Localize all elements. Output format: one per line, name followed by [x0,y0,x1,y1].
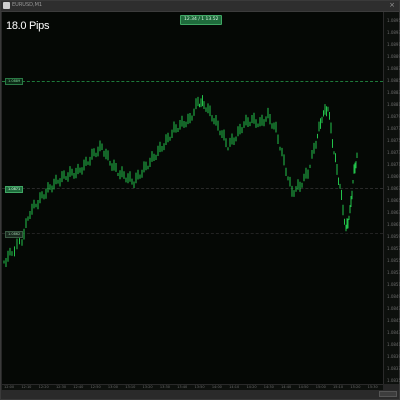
price-tick: 1.0847 [387,306,400,311]
price-tick: 1.0841 [387,342,400,347]
price-tick: 1.0887 [387,66,400,71]
price-tick: 1.0877 [387,126,400,131]
status-bar [1,390,399,399]
price-tick: 1.0893 [387,30,400,35]
price-tick: 1.0857 [387,246,400,251]
price-tick: 1.0843 [387,330,400,335]
mid-level-marker[interactable]: 1.0871 [5,186,24,193]
price-tick: 1.0835 [387,378,400,383]
price-tick: 1.0873 [387,150,400,155]
price-tick: 1.0871 [387,162,400,167]
price-tick: 1.0865 [387,198,400,203]
price-tick: 1.0853 [387,270,400,275]
price-tick: 1.0889 [387,54,400,59]
scroll-box[interactable] [379,391,397,397]
info-badge: 12.34 / 1 13.52 [180,15,223,25]
price-tick: 1.0875 [387,138,400,143]
price-tick: 1.0849 [387,294,400,299]
price-tick: 1.0859 [387,234,400,239]
price-tick: 1.0891 [387,42,400,47]
title-bar: EURUSD,M1 × [1,1,399,12]
price-tick: 1.0879 [387,114,400,119]
price-tick: 1.0883 [387,90,400,95]
low-level-marker[interactable]: 1.0862 [5,231,24,238]
resistance-marker[interactable]: 1.0889 [5,78,24,85]
price-tick: 1.0863 [387,210,400,215]
pips-label: 18.0 Pips [6,20,50,32]
price-tick: 1.0861 [387,222,400,227]
price-tick: 1.0867 [387,186,400,191]
price-tick: 1.0839 [387,354,400,359]
price-tick: 1.0845 [387,318,400,323]
price-tick: 1.0855 [387,258,400,263]
price-tick: 1.0881 [387,102,400,107]
price-tick: 1.0837 [387,366,400,371]
chart-window: EURUSD,M1 × 18.0 Pips 12.34 / 1 13.52 1.… [0,0,400,400]
price-axis[interactable]: 1.0895 1.0893 1.0891 1.0889 1.0887 1.0885 1.08… [383,12,400,384]
price-tick: 1.0851 [387,282,400,287]
chart-tab[interactable]: EURUSD,M1 [12,1,42,10]
price-tick: 1.0895 [387,18,400,23]
price-tick: 1.0869 [387,174,400,179]
app-icon [3,2,10,9]
price-bars [3,95,358,267]
close-icon[interactable]: × [388,1,396,10]
chart-canvas[interactable]: 18.0 Pips 12.34 / 1 13.52 1.0889 1.0871 … [2,12,383,384]
price-tick: 1.0885 [387,78,400,83]
